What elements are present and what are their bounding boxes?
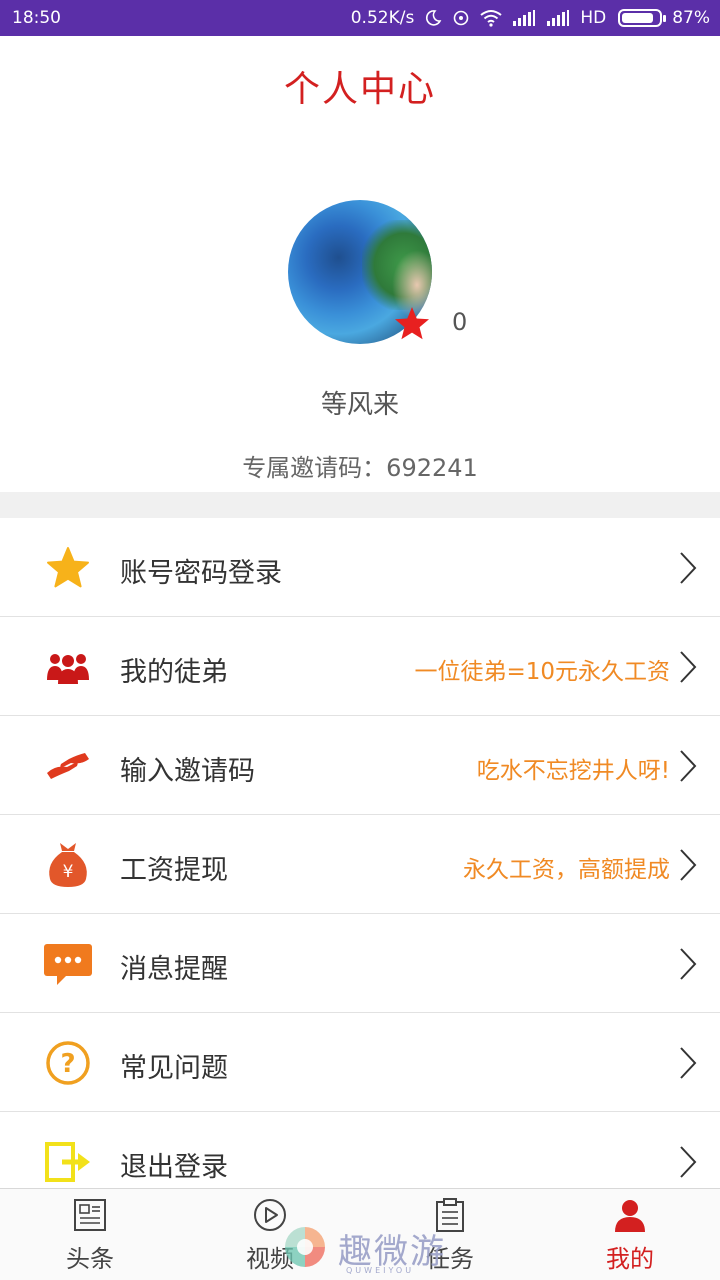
- chevron-right-icon: [680, 552, 697, 584]
- menu-item-account-login[interactable]: 账号密码登录: [0, 518, 720, 617]
- tab-mine[interactable]: 我的: [540, 1189, 720, 1280]
- user-icon: [615, 1200, 645, 1232]
- chevron-right-icon: [680, 1047, 697, 1079]
- tab-headlines[interactable]: 头条: [0, 1189, 180, 1280]
- message-icon: [42, 940, 94, 988]
- news-icon: [74, 1199, 106, 1231]
- menu-item-label: 退出登录: [120, 1152, 228, 1183]
- menu-item-label: 工资提现: [120, 855, 228, 886]
- status-time: 18:50: [12, 8, 61, 28]
- menu-item-label: 常见问题: [120, 1053, 228, 1084]
- menu-item-hint: 永久工资，高额提成: [463, 857, 670, 883]
- money-bag-icon: ¥: [42, 841, 94, 889]
- nickname: 等风来: [320, 390, 399, 420]
- menu-item-messages[interactable]: 消息提醒: [0, 914, 720, 1013]
- profile-section: 0 等风来 专属邀请码：692241: [0, 132, 720, 492]
- chevron-right-icon: [680, 750, 697, 782]
- menu-list: 账号密码登录 我的徒弟 一位徒弟=10元永久工资 输入邀请码 吃水不忘挖井人呀!…: [0, 518, 720, 1211]
- net-speed: 0.52K/s: [350, 8, 415, 28]
- menu-item-faq[interactable]: ? 常见问题: [0, 1013, 720, 1112]
- invite-code: 专属邀请码：692241: [242, 454, 478, 482]
- handshake-icon: [42, 742, 94, 790]
- watermark: 趣微游 QUWEIYOU: [282, 1222, 472, 1278]
- star-icon: [42, 544, 94, 592]
- logout-icon: [42, 1138, 94, 1186]
- chevron-right-icon: [680, 948, 697, 980]
- wifi-icon: [480, 9, 502, 27]
- battery-icon: [618, 9, 667, 27]
- menu-item-my-apprentices[interactable]: 我的徒弟 一位徒弟=10元永久工资: [0, 617, 720, 716]
- tab-label: 头条: [66, 1245, 114, 1273]
- sync-icon: [452, 9, 470, 27]
- svg-text:¥: ¥: [63, 862, 74, 882]
- menu-item-enter-invite[interactable]: 输入邀请码 吃水不忘挖井人呀!: [0, 716, 720, 815]
- svg-text:?: ?: [60, 1049, 75, 1079]
- status-bar: 18:50 0.52K/s HD 87%: [0, 0, 720, 36]
- question-icon: ?: [42, 1039, 94, 1087]
- chevron-right-icon: [680, 849, 697, 881]
- menu-item-label: 我的徒弟: [120, 657, 228, 688]
- tab-label: 我的: [606, 1245, 654, 1273]
- star-badge-icon: [395, 307, 429, 340]
- chevron-right-icon: [680, 1146, 697, 1178]
- menu-item-hint: 吃水不忘挖井人呀!: [476, 758, 670, 784]
- page-title: 个人中心: [283, 69, 436, 110]
- moon-icon: [424, 9, 442, 27]
- chevron-right-icon: [680, 651, 697, 683]
- header: 个人中心: [0, 36, 720, 132]
- menu-item-label: 输入邀请码: [120, 756, 255, 787]
- watermark-subtext: QUWEIYOU: [346, 1266, 415, 1275]
- section-divider: [0, 492, 720, 518]
- menu-item-label: 账号密码登录: [120, 558, 282, 589]
- watermark-logo-icon: [285, 1227, 325, 1267]
- menu-item-label: 消息提醒: [120, 954, 228, 985]
- menu-item-withdraw[interactable]: ¥ 工资提现 永久工资，高额提成: [0, 815, 720, 914]
- menu-item-hint: 一位徒弟=10元永久工资: [414, 659, 670, 685]
- signal-icon: [546, 10, 570, 26]
- battery-percent: 87%: [672, 8, 710, 28]
- signal-icon: [512, 10, 536, 26]
- network-type: HD: [580, 8, 607, 28]
- people-icon: [42, 643, 94, 691]
- star-count: 0: [452, 308, 468, 336]
